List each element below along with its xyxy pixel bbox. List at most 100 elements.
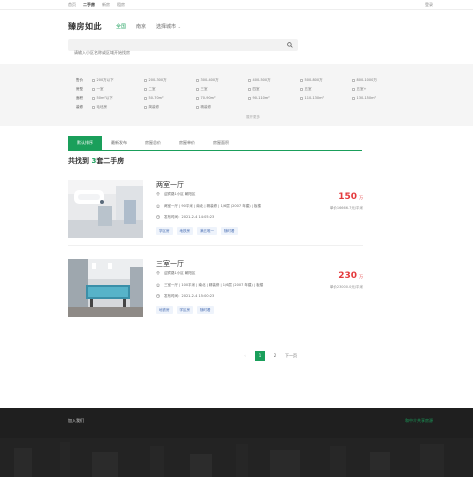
city-select-label: 选择城市 <box>156 24 177 30</box>
clock-icon <box>156 215 160 219</box>
login-link[interactable]: 登录 <box>425 2 433 8</box>
tab-default-sort[interactable]: 默认排序 <box>68 136 102 150</box>
filter-option[interactable]: 110-130m² <box>300 96 324 100</box>
filter-option[interactable]: 50m²以下 <box>92 96 113 101</box>
result-summary: 共找到 3套二手房 <box>68 157 125 165</box>
listing-info: 两室一厅 | 90平米 | 南北 | 精装修 | 1/6层 (2007 年建) … <box>164 204 261 208</box>
checkbox[interactable] <box>248 96 251 100</box>
checkbox[interactable] <box>248 78 251 82</box>
listing-time-row: 发布时间：2021-2-4 15:00:23 <box>156 294 214 299</box>
listing-tag: 地铁房 <box>156 306 173 314</box>
filter-option[interactable]: 500-800万 <box>300 78 323 83</box>
listing-community-row: 迎宾路1小区 朝阳区 <box>156 271 195 276</box>
listing-item[interactable]: 两室一厅 迎宾路1小区 朝阳区 两室一厅 | 90平米 | 南北 | 精装修 |… <box>68 180 363 242</box>
filter-row-rooms: 房型 一室 二室 三室 四室 五室 五室+ <box>68 87 398 94</box>
checkbox[interactable] <box>196 96 199 100</box>
checkbox[interactable] <box>352 78 355 82</box>
filter-option[interactable]: 50-70m² <box>144 96 163 100</box>
prev-page-button[interactable]: ‹ <box>240 351 250 361</box>
page-2-button[interactable]: 2 <box>270 351 280 361</box>
filter-option[interactable]: 200-300万 <box>144 78 167 83</box>
city-select[interactable]: 选择城市 ⌄ <box>156 23 181 30</box>
search-box <box>68 39 298 59</box>
top-nav-home[interactable]: 首页 <box>68 2 76 8</box>
listing-info: 三室一厅 | 100平米 | 南北 | 精装修 | 1/6层 (2007 年建)… <box>164 283 264 287</box>
listing-item[interactable]: 三室一厅 迎宾路1小区 朝阳区 三室一厅 | 100平米 | 南北 | 精装修 … <box>68 259 363 321</box>
filter-row-decoration: 装修 毛坯房 简装修 精装修 <box>68 105 398 112</box>
listing-title[interactable]: 三室一厅 <box>156 259 184 269</box>
checkbox[interactable] <box>144 105 147 109</box>
page-1-button[interactable]: 1 <box>255 351 265 361</box>
listing-tag: 地铁房 <box>176 227 193 235</box>
search-input[interactable] <box>68 46 268 59</box>
checkbox[interactable] <box>92 105 95 109</box>
filter-option[interactable]: 90-110m² <box>248 96 270 100</box>
tab-latest[interactable]: 最新发布 <box>102 136 136 150</box>
top-bar: 首页 二手房 新房 租房 登录 <box>0 0 473 10</box>
checkbox[interactable] <box>144 78 147 82</box>
listing-community[interactable]: 迎宾路1小区 朝阳区 <box>164 271 195 275</box>
pagination: ‹ 1 2 下一页 <box>240 351 297 361</box>
top-nav-rent[interactable]: 租房 <box>117 2 125 8</box>
listing-price-value: 150 <box>338 192 357 202</box>
listing-title[interactable]: 两室一厅 <box>156 180 184 190</box>
partner-link[interactable]: 和中介共享房源 <box>405 418 433 424</box>
filter-option[interactable]: 300-400万 <box>196 78 219 83</box>
filter-option[interactable]: 五室+ <box>352 87 366 92</box>
checkbox[interactable] <box>352 96 355 100</box>
listing-info-row: 两室一厅 | 90平米 | 南北 | 精装修 | 1/6层 (2007 年建) … <box>156 204 261 209</box>
filter-option[interactable]: 毛坯房 <box>92 105 107 110</box>
listing-price: 150 万 <box>338 192 363 202</box>
filter-option[interactable]: 简装修 <box>144 105 159 110</box>
checkbox[interactable] <box>300 87 303 91</box>
filter-expand-more[interactable]: 展开更多 <box>246 115 260 120</box>
listing-photo[interactable] <box>68 180 143 238</box>
city-tab-all[interactable]: 全国 <box>116 23 126 30</box>
next-page-button[interactable]: 下一页 <box>285 351 297 361</box>
tab-area[interactable]: 房屋面积 <box>204 136 238 150</box>
listing-photo[interactable] <box>68 259 143 317</box>
location-pin-icon <box>156 271 160 275</box>
filter-option[interactable]: 三室 <box>196 87 208 92</box>
checkbox[interactable] <box>196 87 199 91</box>
checkbox[interactable] <box>144 87 147 91</box>
checkbox[interactable] <box>196 78 199 82</box>
tab-unit-price[interactable]: 房屋单价 <box>170 136 204 150</box>
city-tab-nanjing[interactable]: 南京 <box>136 23 146 30</box>
sort-tabs: 默认排序 最新发布 房屋总价 房屋单价 房屋面积 <box>68 136 362 151</box>
filter-option[interactable]: 400-500万 <box>248 78 271 83</box>
checkbox[interactable] <box>144 96 147 100</box>
checkbox[interactable] <box>300 96 303 100</box>
filter-option[interactable]: 800-1000万 <box>352 78 377 83</box>
listing-price-value: 230 <box>338 271 357 281</box>
filter-label: 售价 <box>76 78 83 82</box>
site-logo[interactable]: 臻房如此 <box>68 21 102 32</box>
filter-option[interactable]: 四室 <box>248 87 260 92</box>
divider <box>68 245 363 246</box>
checkbox[interactable] <box>248 87 251 91</box>
listing-unit-price: 单价23000.0元/平米 <box>329 285 363 289</box>
join-us-link[interactable]: 加入我们 <box>68 418 84 424</box>
tab-total-price[interactable]: 房屋总价 <box>136 136 170 150</box>
checkbox[interactable] <box>352 87 355 91</box>
checkbox[interactable] <box>92 87 95 91</box>
filter-option[interactable]: 200万以下 <box>92 78 114 83</box>
checkbox[interactable] <box>92 96 95 100</box>
filter-option[interactable]: 130-150m² <box>352 96 376 100</box>
listing-price-unit: 万 <box>359 274 363 279</box>
checkbox[interactable] <box>300 78 303 82</box>
listing-community[interactable]: 迎宾路1小区 朝阳区 <box>164 192 195 196</box>
filter-option[interactable]: 70-90m² <box>196 96 215 100</box>
filter-option[interactable]: 一室 <box>92 87 104 92</box>
filter-option[interactable]: 精装修 <box>196 105 211 110</box>
top-nav-new[interactable]: 新房 <box>102 2 110 8</box>
top-nav-secondhand[interactable]: 二手房 <box>83 2 95 8</box>
listing-info-row: 三室一厅 | 100平米 | 南北 | 精装修 | 1/6层 (2007 年建)… <box>156 283 263 288</box>
location-pin-icon <box>156 192 160 196</box>
city-tabs: 全国 南京 选择城市 ⌄ <box>116 23 181 30</box>
filter-option[interactable]: 五室 <box>300 87 312 92</box>
search-icon[interactable] <box>287 42 293 48</box>
checkbox[interactable] <box>196 105 199 109</box>
checkbox[interactable] <box>92 78 95 82</box>
filter-option[interactable]: 二室 <box>144 87 156 92</box>
